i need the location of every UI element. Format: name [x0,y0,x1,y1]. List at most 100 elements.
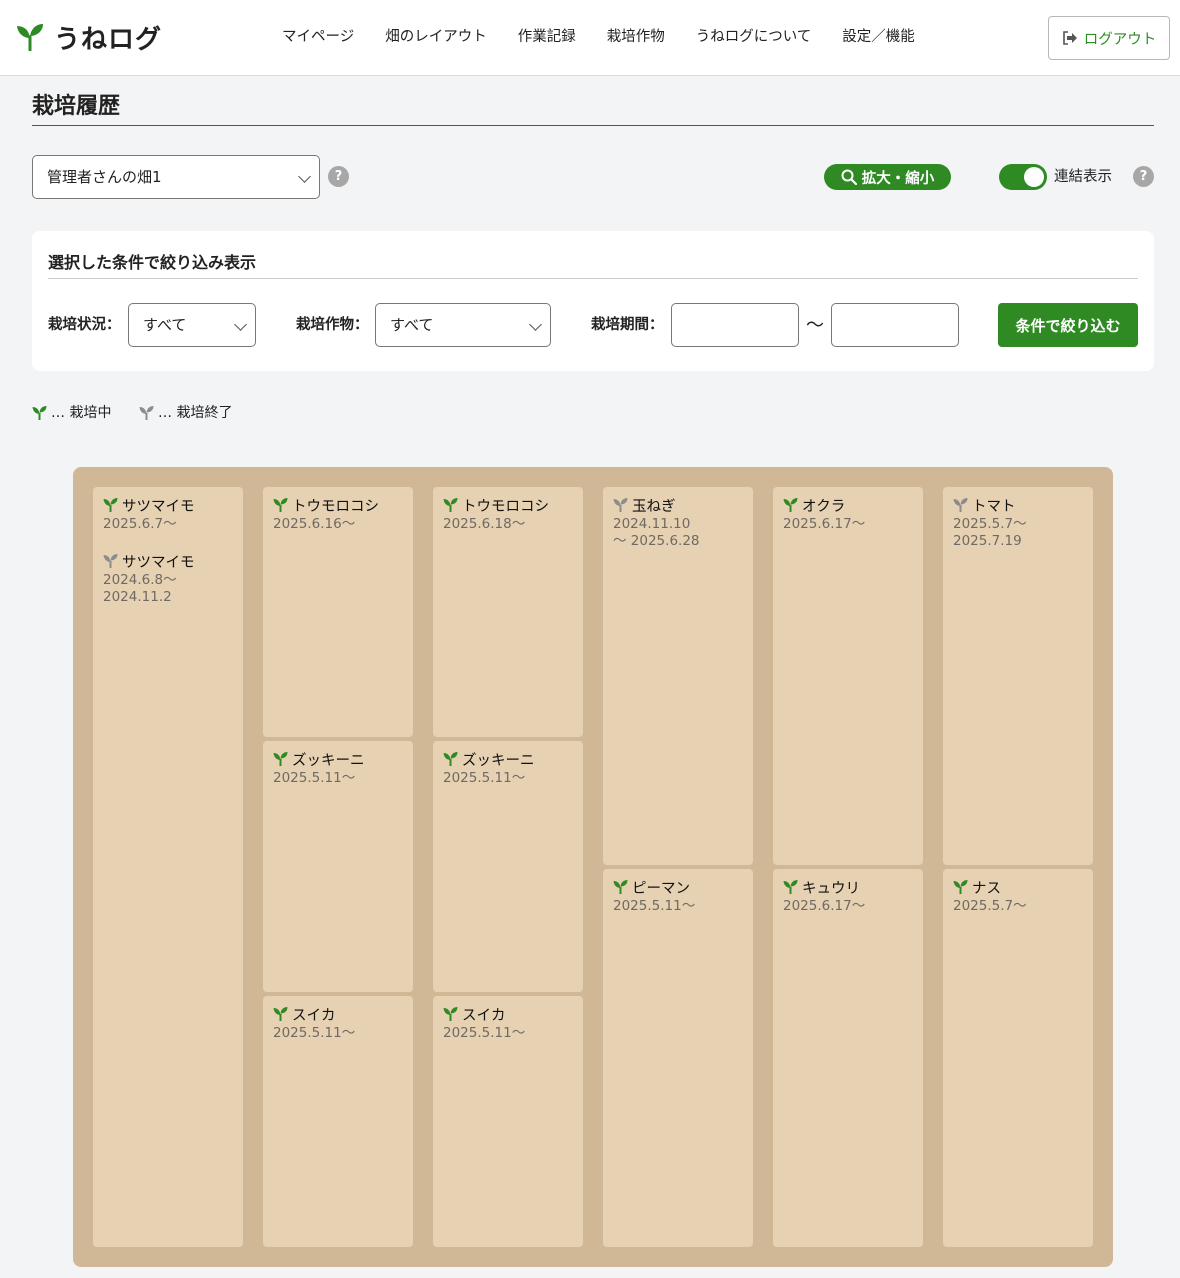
sprout-active-icon [103,497,122,513]
sprout-logo-icon [17,24,43,51]
crop-name: 玉ねぎ [613,495,747,515]
logo[interactable]: うねログ [16,20,163,55]
sprout-active-icon [443,1006,462,1022]
crop-select-value: すべて [390,316,434,334]
crop-select[interactable]: すべて [375,303,551,347]
crop-entry: トマト 2025.5.7〜2025.7.19 [953,495,1087,550]
period-label: 栽培期間： [591,317,664,333]
nav-settings[interactable]: 設定／機能 [842,26,915,48]
crop-entry: スイカ 2025.5.11〜 [273,1004,407,1042]
plot[interactable]: スイカ 2025.5.11〜 [433,996,583,1247]
crop-date: 2025.5.7〜 [953,898,1027,914]
crop-date: 2025.5.11〜 [613,898,696,914]
header: うねログ マイページ 畑のレイアウト 作業記録 栽培作物 うねログについて 設定… [0,0,1180,76]
crop-entry: ズッキーニ 2025.5.11〜 [273,749,407,787]
sprout-active-icon [783,879,802,895]
plot[interactable]: ズッキーニ 2025.5.11〜 [433,741,583,992]
crop-date: 2025.5.7〜2025.7.19 [953,516,1027,549]
link-display-toggle[interactable] [999,164,1047,190]
period-start-input[interactable] [671,303,799,347]
main-nav: マイページ 畑のレイアウト 作業記録 栽培作物 うねログについて 設定／機能 [282,26,946,48]
app-name: うねログ [54,24,163,55]
sprout-active-icon [783,497,802,513]
chevron-down-icon [529,318,542,331]
plot[interactable]: ピーマン 2025.5.11〜 [603,869,753,1247]
crop-name: サツマイモ [103,495,237,515]
zoom-button[interactable]: 拡大・縮小 [824,164,951,190]
crop-date: 2025.5.11〜 [273,1025,356,1041]
chevron-down-icon [298,170,311,183]
crop-name: ナス [953,877,1087,897]
sprout-active-icon [443,497,462,513]
crop-name: ピーマン [613,877,747,897]
plot[interactable]: 玉ねぎ 2024.11.10〜 2025.6.28 [603,487,753,865]
plot[interactable]: オクラ 2025.6.17〜 [773,487,923,865]
crop-entry: キュウリ 2025.6.17〜 [783,877,917,915]
field-select[interactable]: 管理者さんの畑1 [32,155,320,199]
nav-mypage[interactable]: マイページ [282,26,354,48]
crop-entry: ナス 2025.5.7〜 [953,877,1087,915]
crop-name: オクラ [783,495,917,515]
logout-icon [1062,31,1077,45]
filter-submit-button[interactable]: 条件で絞り込む [998,303,1138,347]
crop-name: ズッキーニ [273,749,407,769]
crop-date: 2025.6.7〜 [103,516,177,532]
crop-entry: トウモロコシ 2025.6.18〜 [443,495,577,533]
crop-entry: 玉ねぎ 2024.11.10〜 2025.6.28 [613,495,747,550]
crop-date: 2024.11.10〜 2025.6.28 [613,516,700,549]
plot[interactable]: サツマイモ 2025.6.7〜 サツマイモ 2024.6.8〜2024.11.2 [93,487,243,1247]
crop-name: サツマイモ [103,551,237,571]
sprout-active-icon [273,751,292,767]
crop-entry: トウモロコシ 2025.6.16〜 [273,495,407,533]
plot[interactable]: トウモロコシ 2025.6.16〜 [263,487,413,737]
crop-name: トマト [953,495,1087,515]
chevron-down-icon [234,318,247,331]
nav-work-log[interactable]: 作業記録 [518,26,576,48]
legend-ended: … 栽培終了 [139,403,232,423]
title-divider [32,125,1154,126]
crop-entry: スイカ 2025.5.11〜 [443,1004,577,1042]
crop-date: 2025.5.11〜 [443,770,526,786]
nav-crops[interactable]: 栽培作物 [607,26,665,48]
crop-name: スイカ [443,1004,577,1024]
crop-entry: ズッキーニ 2025.5.11〜 [443,749,577,787]
sprout-active-icon [32,406,47,420]
nav-about[interactable]: うねログについて [696,26,812,48]
field-select-value: 管理者さんの畑1 [47,168,162,186]
field-help-icon[interactable]: ? [328,166,349,187]
plot[interactable]: トマト 2025.5.7〜2025.7.19 [943,487,1093,865]
plot[interactable]: トウモロコシ 2025.6.18〜 [433,487,583,737]
crop-date: 2025.5.11〜 [273,770,356,786]
plot[interactable]: ズッキーニ 2025.5.11〜 [263,741,413,992]
plot[interactable]: キュウリ 2025.6.17〜 [773,869,923,1247]
sprout-active-icon [953,879,972,895]
crop-date: 2025.6.17〜 [783,898,866,914]
sprout-active-icon [273,1006,292,1022]
crop-name: スイカ [273,1004,407,1024]
sprout-active-icon [273,497,292,513]
period-end-input[interactable] [831,303,959,347]
status-select[interactable]: すべて [128,303,256,347]
page-title: 栽培履歴 [32,94,121,119]
legend-active: … 栽培中 [32,403,111,423]
toggle-knob [1024,167,1044,187]
logout-label: ログアウト [1083,31,1157,48]
crop-name: トウモロコシ [273,495,407,515]
link-help-icon[interactable]: ? [1133,166,1154,187]
sprout-ended-icon [613,497,632,513]
plot[interactable]: スイカ 2025.5.11〜 [263,996,413,1247]
crop-entry: オクラ 2025.6.17〜 [783,495,917,533]
sprout-active-icon [613,879,632,895]
crop-name: キュウリ [783,877,917,897]
crop-name: トウモロコシ [443,495,577,515]
search-icon [841,169,857,185]
crop-date: 2025.6.18〜 [443,516,526,532]
plot[interactable]: ナス 2025.5.7〜 [943,869,1093,1247]
crop-date: 2025.6.16〜 [273,516,356,532]
logout-button[interactable]: ログアウト [1048,16,1170,60]
legend-ended-label: … 栽培終了 [158,405,233,421]
status-label: 栽培状況： [48,317,121,333]
crop-entry: サツマイモ 2025.6.7〜 [103,495,237,533]
nav-field-layout[interactable]: 畑のレイアウト [385,26,487,48]
crop-name: ズッキーニ [443,749,577,769]
